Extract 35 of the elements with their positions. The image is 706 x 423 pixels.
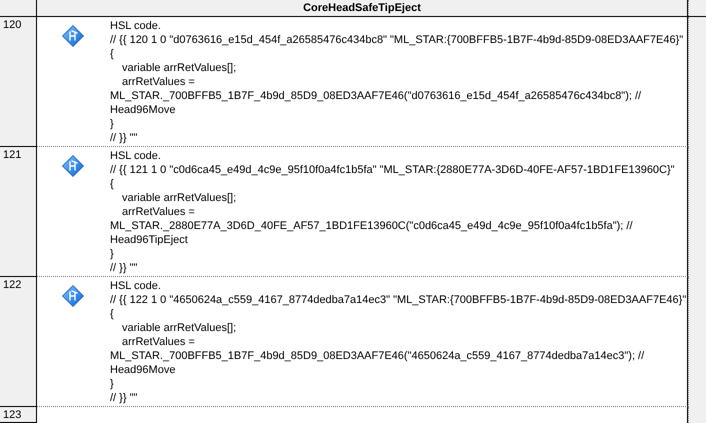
code-line: Head96TipEject bbox=[110, 233, 189, 247]
code-line: { bbox=[110, 307, 115, 321]
code-line: } bbox=[110, 377, 115, 391]
code-line: Head96Move bbox=[110, 363, 176, 377]
code-line: variable arrRetValues[]; bbox=[121, 61, 238, 75]
row-number: 120 bbox=[0, 17, 37, 147]
code-line: variable arrRetValues[]; bbox=[121, 321, 238, 335]
code-line: ML_STAR._2880E77A_3D6D_40FE_AF57_1BD1FE13960C("c0d6ca45_e49d_4c9e_95f10f0a4fc1b5fa"); // bbox=[110, 219, 634, 233]
code-line: HSL code. bbox=[110, 149, 162, 163]
code-line: // }} "" bbox=[110, 391, 138, 405]
code-line: HSL code. bbox=[110, 19, 162, 33]
code-line: variable arrRetValues[]; bbox=[121, 191, 238, 205]
code-line: ML_STAR._700BFFB5_1B7F_4b9d_85D9_08ED3AAF7E46("4650624a_c559_4167_8774dedba7a14ec3"); // bbox=[110, 349, 646, 363]
step-icon bbox=[62, 285, 84, 307]
code-line: // }} "" bbox=[110, 131, 138, 145]
code-line: arrRetValues = bbox=[121, 335, 196, 349]
step-icon bbox=[62, 155, 84, 177]
code-line: // }} "" bbox=[110, 261, 138, 275]
code-line: arrRetValues = bbox=[121, 75, 196, 89]
code-line: { bbox=[110, 177, 115, 191]
code-line: ML_STAR._700BFFB5_1B7F_4b9d_85D9_08ED3AAF7E46("d0763616_e15d_454f_a26585476c434bc8"); // bbox=[110, 89, 642, 103]
code-line: HSL code. bbox=[110, 279, 162, 293]
code-line: arrRetValues = bbox=[121, 205, 196, 219]
row-number: 121 bbox=[0, 147, 37, 277]
code-line: } bbox=[110, 117, 115, 131]
code-line: { bbox=[110, 47, 115, 61]
row-number: 123 bbox=[0, 407, 37, 423]
code-line: } bbox=[110, 247, 115, 261]
column-header: CoreHeadSafeTipEject bbox=[37, 0, 688, 16]
code-line: // {{ 120 1 0 "d0763616_e15d_454f_a26585476c434bc8" "ML_STAR:{700BFFB5-1B7F-4b9d-85D9-08ED3AAF7E46}" bbox=[110, 33, 684, 47]
code-line: // {{ 121 1 0 "c0d6ca45_e49d_4c9e_95f10f0a4fc1b5fa" "ML_STAR:{2880E77A-3D6D-40FE-AF57-1BD1FE13960C}" bbox=[110, 163, 675, 177]
row-number: 122 bbox=[0, 277, 37, 407]
step-icon bbox=[62, 25, 84, 47]
code-line: // {{ 122 1 0 "4650624a_c559_4167_8774dedba7a14ec3" "ML_STAR:{700BFFB5-1B7F-4b9d-85D9-08ED3AAF7E46}" bbox=[110, 293, 686, 307]
code-line: Head96Move bbox=[110, 103, 176, 117]
